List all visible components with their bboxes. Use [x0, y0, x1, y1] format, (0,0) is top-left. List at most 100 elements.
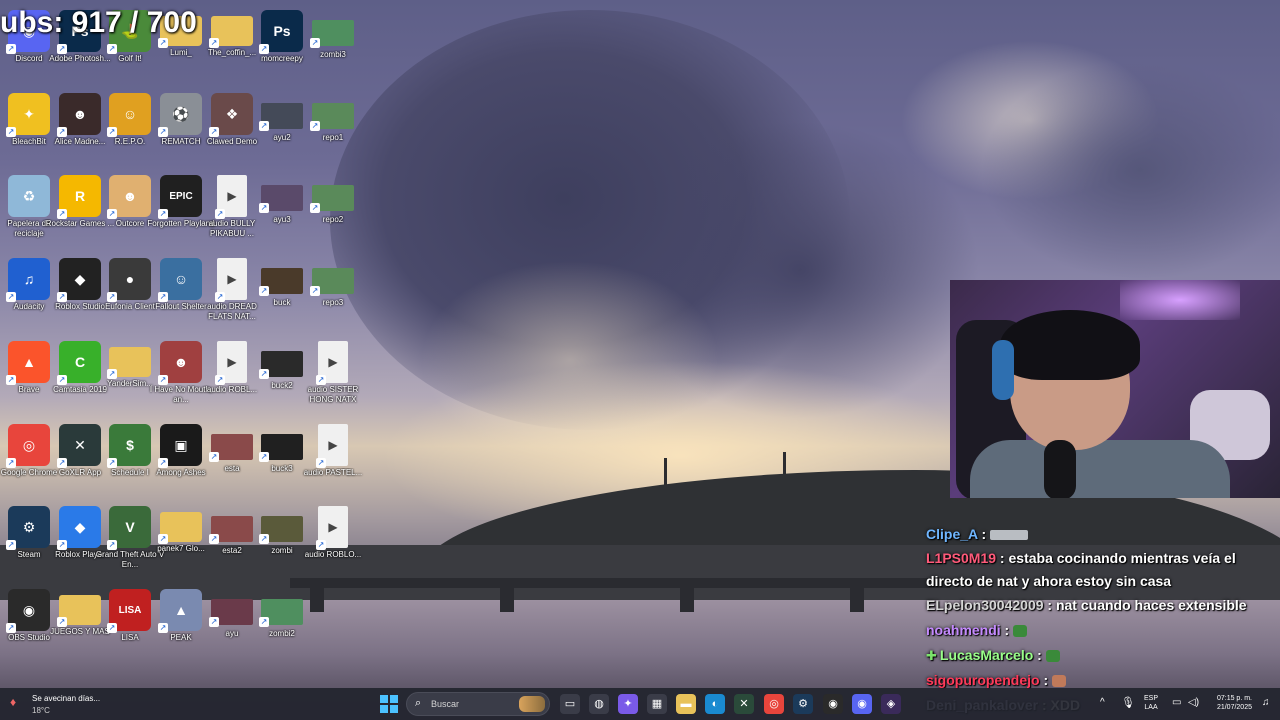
audacity-icon: ♫ ↗ [6, 258, 50, 302]
desktop-icon[interactable]: ▶ ↗ audio SISTER HONG NATX [298, 337, 368, 417]
desktop-icon[interactable]: ▶ ↗ audio ROBLO... [298, 502, 368, 582]
taskbar-app-obs[interactable]: ◉ [823, 694, 843, 714]
audio-file-icon: ▶ ↗ [316, 506, 348, 550]
shortcut-arrow-icon: ↗ [107, 540, 117, 550]
wallpaper-bridge-pier [500, 586, 514, 612]
shortcut-arrow-icon: ↗ [6, 127, 16, 137]
system-clock[interactable]: 07:15 p. m. 21/07/2025 [1208, 694, 1252, 712]
chat-separator: : [1033, 647, 1046, 663]
taskbar-app-goxlr[interactable]: ◍ [589, 694, 609, 714]
taskbar-app-store[interactable]: ▦ [647, 694, 667, 714]
audio-file-icon: ▶ ↗ [215, 175, 247, 219]
taskbar-app-steam[interactable]: ⚙ [793, 694, 813, 714]
peak-icon: ▲ ↗ [158, 589, 202, 633]
chrome-taskbar-icon: ◎ [769, 698, 779, 710]
chevron-up-icon[interactable]: ^ [1100, 697, 1105, 720]
app-taskbar-icon: ◈ [886, 698, 896, 710]
webcam-background-light [1120, 280, 1240, 320]
wallpaper-cloud [980, 60, 1280, 280]
chat-separator: : [996, 550, 1009, 566]
shortcut-arrow-icon: ↗ [158, 209, 168, 219]
taskbar-app-edge[interactable]: ◐ [705, 694, 725, 714]
audio-file-icon: ▶ ↗ [316, 424, 348, 468]
taskbar-search[interactable]: ⌕ Buscar [406, 692, 550, 716]
chat-username: L1PS0M19 [926, 550, 997, 566]
shortcut-arrow-icon: ↗ [310, 38, 320, 48]
desktop-icon[interactable]: ↗ zombi3 [298, 6, 368, 86]
weather-title: Se avecinan días... [32, 694, 101, 703]
webcam-headset [992, 340, 1014, 400]
wallpaper-cloud [420, 260, 720, 460]
weather-temperature: 18°C [32, 706, 50, 715]
schedule-i-icon: $ ↗ [107, 424, 151, 468]
taskbar-app-copilot[interactable]: ✦ [618, 694, 638, 714]
folder-icon: ↗ [107, 347, 151, 379]
desktop-icon-label: audio SISTER HONG NATX [307, 385, 359, 404]
chat-separator: : [1043, 597, 1056, 613]
taskbar-app-chrome[interactable]: ◎ [764, 694, 784, 714]
taskbar-app-xbox[interactable]: ✕ [734, 694, 754, 714]
chat-username: noahmendi [926, 622, 1001, 638]
edge-icon: ◐ [711, 698, 719, 710]
shortcut-arrow-icon: ↗ [107, 209, 117, 219]
chrome-icon: ◎ ↗ [6, 424, 50, 468]
desktop-icon-glyph: ♻ [22, 187, 36, 204]
shortcut-arrow-icon: ↗ [6, 292, 16, 302]
desktop-icon[interactable]: ↗ repo2 [298, 171, 368, 251]
shortcut-arrow-icon: ↗ [316, 540, 326, 550]
outcore-icon: ☻ ↗ [107, 175, 151, 219]
chat-emote-icon [1013, 625, 1028, 638]
shortcut-arrow-icon: ↗ [209, 534, 219, 544]
volume-icon[interactable]: ◁) [1188, 697, 1199, 720]
webcam-streamer-hair [1000, 310, 1140, 380]
chat-emote-icon [1045, 650, 1060, 663]
shortcut-arrow-icon: ↗ [6, 458, 16, 468]
desktop-icon-label: audio PASTEL... [303, 468, 363, 477]
weather-alert-icon: ♦ [10, 695, 17, 709]
image-thumbnail-icon: ↗ [259, 351, 303, 379]
start-button[interactable] [380, 695, 398, 713]
microphone-icon[interactable]: 🎙 [1121, 696, 1135, 720]
gta-v-icon: V ↗ [107, 506, 151, 550]
desktop-icon[interactable]: ▶ ↗ audio PASTEL... [298, 420, 368, 500]
shortcut-arrow-icon: ↗ [57, 375, 67, 385]
language-indicator[interactable]: ESP LAA [1144, 694, 1158, 712]
image-thumbnail-icon: ↗ [259, 268, 303, 296]
shortcut-arrow-icon: ↗ [107, 292, 117, 302]
chat-message: ✚ LucasMarcelo : [926, 643, 1280, 668]
search-highlight-icon [519, 696, 545, 712]
audio-file-icon: ▶ ↗ [316, 341, 348, 385]
audio-file-icon: ▶ ↗ [215, 258, 247, 302]
chat-separator: : [1039, 672, 1053, 688]
taskbar-app-app-extra[interactable]: ◈ [881, 694, 901, 714]
recycle-bin-icon: ♻ [8, 175, 50, 217]
network-icon[interactable]: ▭ [1172, 697, 1181, 720]
shortcut-arrow-icon: ↗ [158, 127, 168, 137]
taskbar-app-explorer[interactable]: ▬ [676, 694, 696, 714]
brave-icon: ▲ ↗ [6, 341, 50, 385]
steam-taskbar-icon: ⚙ [798, 698, 808, 710]
store-icon: ▦ [651, 698, 663, 710]
image-thumbnail-icon: ↗ [259, 103, 303, 131]
desktop-icon[interactable]: ↗ repo3 [298, 254, 368, 334]
chat-badge-icon: ✚ [926, 648, 937, 663]
image-thumbnail-icon: ↗ [310, 20, 354, 48]
shortcut-arrow-icon: ↗ [259, 369, 269, 379]
shortcut-arrow-icon: ↗ [316, 458, 326, 468]
chat-message: Clipe_A : [926, 522, 1280, 547]
taskbar: ♦ Se avecinan días... 18°C ⌕ Buscar ▭ ◍ ✦ ▦… [0, 688, 1280, 720]
taskbar-app-discord[interactable]: ◉ [852, 694, 872, 714]
webcam-microphone [1044, 440, 1076, 498]
shortcut-arrow-icon: ↗ [158, 292, 168, 302]
notification-bell-icon[interactable]: ♫ [1262, 697, 1270, 720]
chat-username: Clipe_A [926, 526, 978, 542]
desktop-icon[interactable]: ↗ zombi2 [247, 585, 317, 665]
shortcut-arrow-icon: ↗ [209, 452, 219, 462]
taskbar-app-task-view[interactable]: ▭ [560, 694, 580, 714]
shortcut-arrow-icon: ↗ [57, 44, 67, 54]
bleachbit-icon: ✦ ↗ [6, 93, 50, 137]
windows-logo-icon [380, 695, 388, 703]
chat-message: noahmendi : [926, 618, 1280, 643]
webcam-feed [950, 280, 1280, 498]
desktop-icon[interactable]: ↗ repo1 [298, 89, 368, 169]
